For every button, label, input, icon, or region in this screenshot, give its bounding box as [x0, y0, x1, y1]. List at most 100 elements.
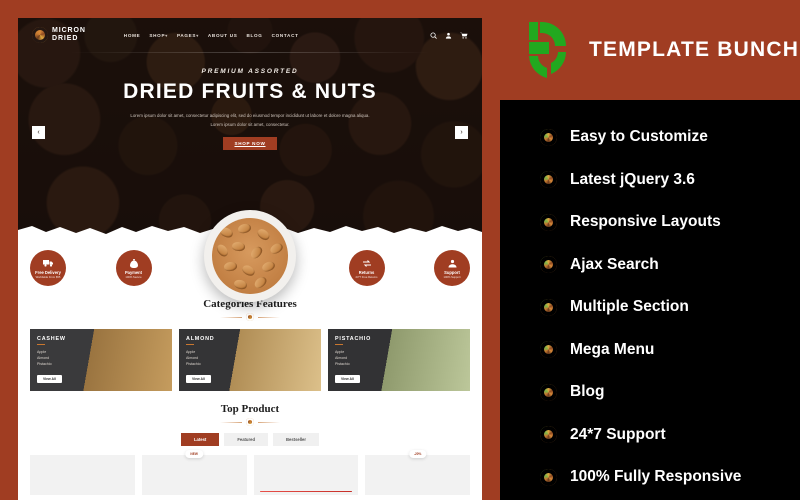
main-navigation: HOME SHOP▾ PAGES▾ ABOUT US BLOG CONTACT — [124, 33, 299, 38]
badge-title: Support — [444, 269, 460, 275]
badge-free-delivery[interactable]: Free Delivery Worldwide From $55 — [30, 250, 66, 286]
top-product-section-header: Top Product — [18, 403, 482, 426]
feature-label: Multiple Section — [570, 298, 689, 316]
tab-latest[interactable]: Latest — [180, 433, 220, 446]
nav-item-about-us[interactable]: ABOUT US — [208, 33, 238, 38]
feature-list: Easy to Customize Latest jQuery 3.6 Resp… — [500, 100, 800, 499]
feature-item-ajax-search: Ajax Search — [540, 244, 800, 287]
nav-item-contact[interactable]: CONTACT — [272, 33, 299, 38]
chevron-down-icon: ▾ — [196, 32, 199, 38]
nav-item-blog[interactable]: BLOG — [247, 33, 263, 38]
badge-subtitle: 24*7 Free Returns — [355, 275, 378, 279]
hero-section: MICRON DRIED HOME SHOP▾ PAGES▾ ABOUT US … — [18, 18, 482, 238]
category-cards-row: CASHEW Apple Almond Pistachio View All A… — [18, 321, 482, 391]
nut-ring-icon — [540, 468, 557, 486]
nut-ring-icon — [540, 171, 557, 189]
section-divider — [18, 418, 482, 426]
category-underline — [37, 344, 45, 345]
badge-returns[interactable]: Returns 24*7 Free Returns — [348, 250, 385, 286]
badge-subtitle: Worldwide From $55 — [35, 275, 61, 279]
promo-panel: TEMPLATE BUNCH Easy to Customize Latest … — [500, 0, 800, 500]
badge-title: Free Delivery — [35, 269, 61, 275]
view-all-button[interactable]: View All — [335, 375, 360, 383]
badge-payment[interactable]: Payment 100% Secure — [115, 250, 152, 286]
category-underline — [335, 344, 343, 345]
section-divider — [18, 313, 482, 321]
product-card[interactable]: -20% — [365, 450, 470, 495]
divider-line-left — [220, 421, 242, 423]
site-logo-text: MICRON DRIED — [52, 27, 86, 43]
nut-ring-icon — [246, 418, 254, 426]
view-all-button[interactable]: View All — [37, 375, 62, 383]
feature-label: Latest jQuery 3.6 — [570, 170, 695, 188]
category-item[interactable]: Pistachio — [335, 361, 470, 367]
category-name: CASHEW — [37, 336, 66, 342]
category-name: PISTACHIO — [335, 336, 372, 342]
product-card[interactable] — [30, 455, 135, 495]
money-bag-icon — [129, 258, 138, 269]
almond-bowl-image — [204, 210, 296, 302]
slider-prev-button[interactable]: ‹ — [32, 126, 45, 139]
product-cards-row: NEW -20% — [18, 446, 482, 495]
feature-label: Responsive Layouts — [570, 213, 721, 231]
user-icon[interactable] — [445, 32, 452, 39]
divider-line-right — [258, 421, 280, 423]
navbar-icon-group — [430, 31, 468, 39]
feature-label: Mega Menu — [570, 340, 655, 358]
nut-ring-icon — [540, 298, 557, 316]
nut-ring-icon — [32, 27, 48, 43]
promo-brand-name: TEMPLATE BUNCH — [589, 38, 800, 61]
feature-item-support: 24*7 Support — [540, 414, 800, 457]
category-item[interactable]: Pistachio — [186, 361, 321, 367]
nut-ring-icon — [540, 426, 557, 444]
search-icon[interactable] — [430, 31, 437, 39]
category-card-body: PISTACHIO Apple Almond Pistachio View Al… — [328, 329, 470, 385]
tab-bestseller[interactable]: Bestseller — [273, 433, 320, 446]
logo-line-2: DRIED — [52, 35, 79, 42]
nav-item-pages[interactable]: PAGES▾ — [177, 33, 199, 38]
hero-content: PREMIUM ASSORTED DRIED FRUITS & NUTS Lor… — [18, 68, 482, 150]
feature-label: 24*7 Support — [570, 425, 666, 443]
category-card-almond[interactable]: ALMOND Apple Almond Pistachio View All — [179, 329, 321, 391]
category-card-body: CASHEW Apple Almond Pistachio View All — [30, 329, 172, 385]
badge-title: Returns — [358, 269, 375, 275]
feature-item-latest-jquery: Latest jQuery 3.6 — [540, 159, 800, 202]
feature-label: Blog — [570, 383, 605, 401]
nut-ring-icon — [540, 256, 557, 274]
feature-label: Easy to Customize — [570, 128, 708, 146]
return-arrows-icon — [362, 258, 372, 269]
product-card[interactable]: NEW — [141, 450, 247, 495]
template-bunch-logo — [529, 22, 566, 78]
badge-title: Payment — [124, 269, 143, 275]
tab-featured[interactable]: Featured — [224, 433, 268, 446]
website-preview-panel: MICRON DRIED HOME SHOP▾ PAGES▾ ABOUT US … — [0, 0, 500, 500]
category-card-pistachio[interactable]: PISTACHIO Apple Almond Pistachio View Al… — [328, 329, 470, 391]
slider-next-button[interactable]: › — [455, 126, 468, 139]
cart-icon[interactable] — [460, 31, 468, 39]
website-frame: MICRON DRIED HOME SHOP▾ PAGES▾ ABOUT US … — [18, 18, 482, 500]
chevron-down-icon: ▾ — [165, 32, 168, 38]
badge-support[interactable]: Support 100% Support — [434, 250, 470, 286]
hero-eyebrow: PREMIUM ASSORTED — [201, 68, 299, 75]
site-logo[interactable]: MICRON DRIED — [32, 27, 86, 43]
nav-item-home[interactable]: HOME — [124, 33, 141, 38]
screenshot-root: MICRON DRIED HOME SHOP▾ PAGES▾ ABOUT US … — [0, 0, 800, 500]
section-title: Top Product — [220, 403, 280, 415]
category-card-cashew[interactable]: CASHEW Apple Almond Pistachio View All — [30, 329, 172, 391]
shop-now-button[interactable]: SHOP NOW — [223, 137, 277, 150]
site-navbar: MICRON DRIED HOME SHOP▾ PAGES▾ ABOUT US … — [18, 18, 482, 52]
product-progress-bar — [259, 490, 353, 492]
truck-icon — [42, 258, 54, 269]
view-all-button[interactable]: View All — [186, 375, 211, 383]
navbar-divider — [70, 52, 430, 53]
category-item[interactable]: Pistachio — [37, 361, 172, 367]
badge-subtitle: 100% Support — [443, 275, 461, 279]
product-card[interactable] — [253, 455, 359, 495]
product-badge-new: NEW — [185, 450, 203, 458]
feature-item-responsive-layouts: Responsive Layouts — [540, 201, 800, 244]
product-badge-discount: -20% — [408, 450, 427, 458]
nut-ring-icon — [540, 383, 557, 401]
feature-label: Ajax Search — [570, 255, 659, 273]
divider-line-left — [220, 316, 242, 318]
nav-item-shop[interactable]: SHOP▾ — [149, 33, 168, 38]
